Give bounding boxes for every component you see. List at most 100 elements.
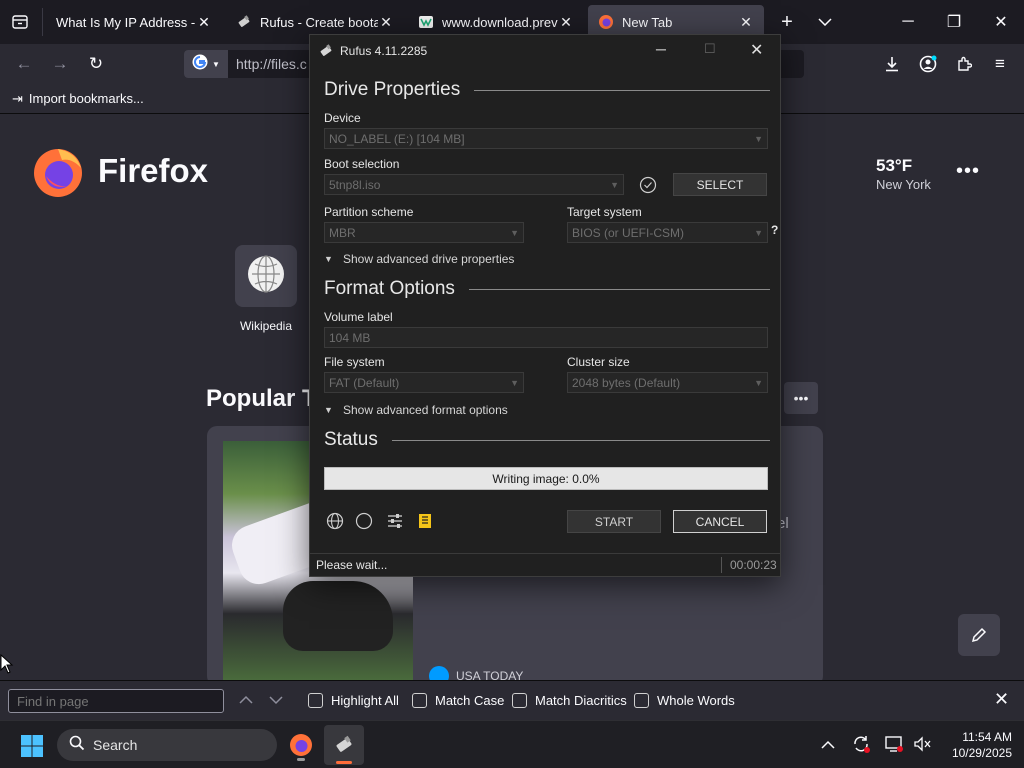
checkbox-box — [308, 693, 323, 708]
close-window-button[interactable]: ✕ — [978, 0, 1024, 44]
volume-label-field[interactable]: 104 MB — [324, 327, 768, 348]
rufus-usb-icon — [236, 14, 252, 30]
partition-scheme-value: MBR — [329, 225, 356, 240]
tab-ip-address[interactable]: What Is My IP Address - Se ✕ — [46, 5, 222, 39]
clock-time[interactable]: 11:54 AM — [942, 730, 1012, 744]
select-button[interactable]: SELECT — [673, 173, 767, 196]
extensions-icon[interactable] — [950, 50, 978, 78]
device-select[interactable]: NO_LABEL (E:) [104 MB] ▼ — [324, 128, 768, 149]
google-icon — [192, 54, 208, 75]
reload-icon[interactable]: ↻ — [82, 50, 110, 78]
firefox-icon — [598, 14, 614, 30]
taskbar: Search 11:54 AM 10/29/2025 — [0, 720, 1024, 768]
mouse-cursor-icon — [0, 653, 14, 679]
settings-sliders-icon[interactable] — [386, 512, 404, 535]
cancel-button[interactable]: CANCEL — [673, 510, 767, 533]
clock-date[interactable]: 10/29/2025 — [934, 746, 1012, 760]
progress-text: Writing image: 0.0% — [492, 471, 600, 486]
shortcut-label: Wikipedia — [239, 319, 293, 333]
show-advanced-format-options[interactable]: ▼ Show advanced format options — [324, 403, 508, 417]
checksum-check-icon[interactable] — [638, 175, 658, 200]
tray-overflow-chevron-icon[interactable] — [821, 737, 835, 755]
close-find-bar-icon[interactable]: ✕ — [994, 689, 1009, 710]
rufus-usb-icon — [318, 43, 334, 64]
language-globe-icon[interactable] — [326, 512, 344, 535]
cluster-size-label: Cluster size — [567, 355, 630, 369]
tab-title: Rufus - Create bootabl — [260, 14, 378, 30]
close-icon[interactable]: ✕ — [196, 14, 212, 31]
whole-words-checkbox[interactable]: Whole Words — [634, 693, 735, 708]
restore-button[interactable]: ❐ — [931, 0, 977, 44]
rufus-minimize-button[interactable]: ─ — [656, 41, 666, 57]
target-system-select[interactable]: BIOS (or UEFI-CSM) ▼ — [567, 222, 768, 243]
boot-selection-select[interactable]: 5tnp8l.iso ▼ — [324, 174, 624, 195]
display-icon[interactable] — [884, 734, 904, 759]
footer-status-text: Please wait... — [316, 558, 388, 572]
close-icon[interactable]: ✕ — [558, 14, 574, 31]
find-bar: Highlight All Match Case Match Diacritic… — [0, 680, 1024, 720]
account-icon[interactable] — [914, 50, 942, 78]
log-icon[interactable] — [416, 512, 434, 535]
chevron-down-icon: ▼ — [510, 377, 519, 388]
start-button: START — [567, 510, 661, 533]
highlight-all-checkbox[interactable]: Highlight All — [308, 693, 399, 708]
partition-scheme-label: Partition scheme — [324, 205, 414, 219]
minimize-button[interactable]: ─ — [885, 0, 931, 44]
rufus-titlebar[interactable]: Rufus 4.11.2285 ─ ☐ ✕ — [310, 35, 780, 67]
search-engine-selector[interactable]: ▼ — [184, 50, 228, 78]
taskbar-search[interactable]: Search — [57, 729, 277, 761]
drive-properties-title: Drive Properties — [324, 79, 461, 100]
about-info-icon[interactable] — [355, 512, 373, 535]
import-bookmarks-link[interactable]: ⇥ Import bookmarks... — [12, 91, 144, 107]
url-text: http://files.c — [236, 56, 307, 72]
cluster-size-value: 2048 bytes (Default) — [572, 375, 681, 390]
cluster-size-select[interactable]: 2048 bytes (Default) ▼ — [567, 372, 768, 393]
target-system-value: BIOS (or UEFI-CSM) — [572, 225, 685, 240]
story-source: USA TODAY — [456, 669, 524, 680]
status-heading: Status — [324, 429, 770, 451]
match-case-checkbox[interactable]: Match Case — [412, 693, 504, 708]
checkbox-label: Whole Words — [657, 693, 735, 708]
story-source-icon — [429, 666, 449, 680]
rufus-maximize-button: ☐ — [704, 41, 716, 56]
forward-arrow-icon[interactable]: → — [46, 50, 74, 78]
match-diacritics-checkbox[interactable]: Match Diacritics — [512, 693, 627, 708]
close-icon[interactable]: ✕ — [738, 14, 754, 31]
file-system-select[interactable]: FAT (Default) ▼ — [324, 372, 524, 393]
taskbar-firefox-icon[interactable] — [286, 729, 316, 761]
drive-properties-heading: Drive Properties — [324, 79, 770, 101]
find-previous-icon[interactable] — [238, 693, 254, 710]
windows-start-icon[interactable] — [20, 734, 44, 763]
device-label: Device — [324, 111, 361, 125]
checkbox-box — [634, 693, 649, 708]
find-next-icon[interactable] — [268, 693, 284, 710]
new-tab-button[interactable]: + — [774, 9, 800, 35]
sync-icon[interactable] — [851, 734, 871, 759]
import-bookmarks-label: Import bookmarks... — [28, 91, 144, 106]
weather-city[interactable]: New York — [876, 177, 931, 192]
search-label: Search — [93, 737, 138, 753]
advanced-drive-label: Show advanced drive properties — [343, 252, 515, 266]
customize-pencil-icon[interactable] — [958, 614, 1000, 656]
weather-temp[interactable]: 53°F — [876, 156, 912, 176]
hamburger-menu-icon[interactable]: ≡ — [986, 50, 1014, 78]
section-menu-button[interactable]: ••• — [784, 382, 818, 414]
chevron-down-icon[interactable] — [812, 9, 838, 35]
more-options-icon[interactable]: ••• — [956, 160, 980, 183]
back-arrow-icon[interactable]: ← — [10, 50, 38, 78]
close-icon[interactable]: ✕ — [378, 14, 394, 31]
taskbar-rufus-icon[interactable] — [324, 725, 364, 765]
partition-scheme-select[interactable]: MBR ▼ — [324, 222, 524, 243]
progress-bar: Writing image: 0.0% — [324, 467, 768, 490]
show-advanced-drive-properties[interactable]: ▼ Show advanced drive properties — [324, 252, 514, 266]
rufus-statusbar: Please wait... 00:00:23 — [310, 553, 780, 576]
rufus-close-button[interactable]: ✕ — [750, 40, 763, 60]
firefox-logo — [32, 146, 84, 198]
network-volume-icon[interactable] — [912, 734, 932, 759]
find-in-page-input[interactable] — [8, 689, 224, 713]
shortcut-wikipedia[interactable] — [235, 245, 297, 307]
chevron-down-icon: ▼ — [510, 227, 519, 238]
tab-list-icon[interactable] — [8, 11, 32, 33]
download-icon[interactable] — [878, 50, 906, 78]
target-help-icon[interactable]: ? — [771, 223, 778, 237]
